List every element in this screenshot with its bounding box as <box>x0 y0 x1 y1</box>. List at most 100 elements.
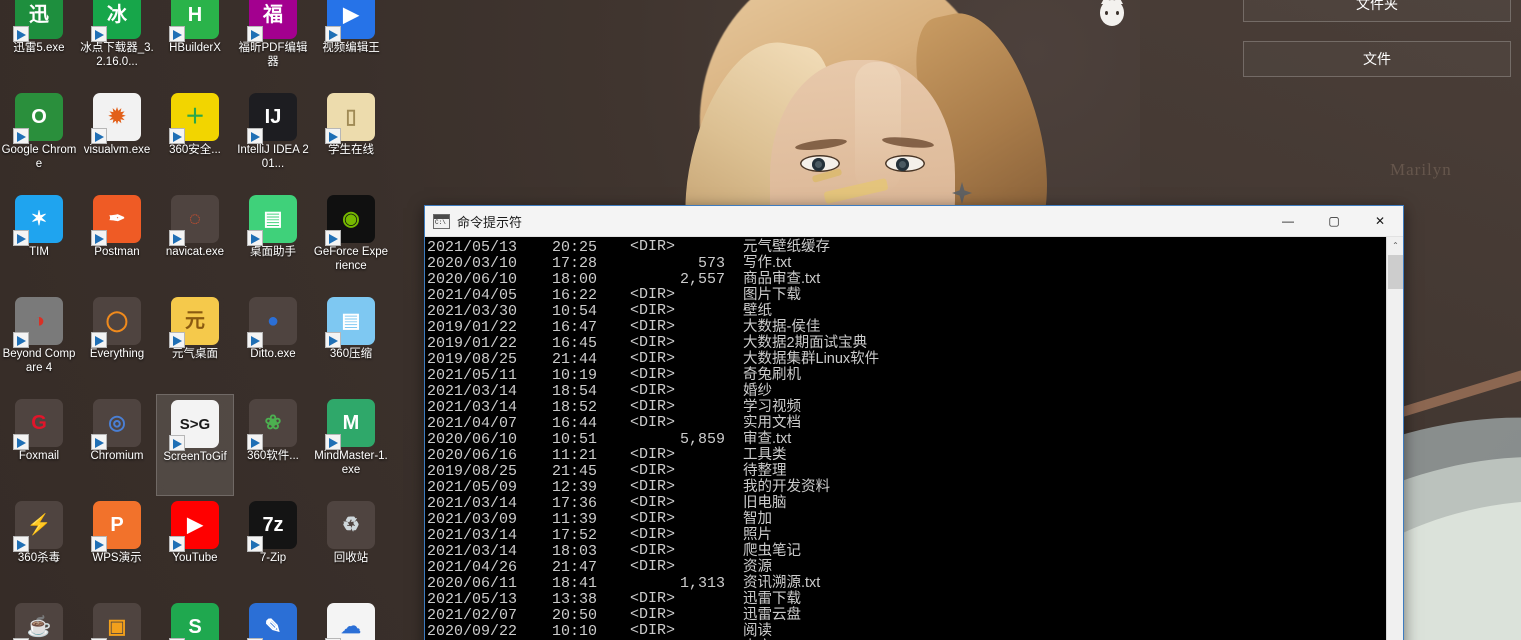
desktop-icon-ditto-exe[interactable]: ● Ditto.exe <box>234 292 312 394</box>
command-prompt-window[interactable]: 命令提示符 — ▢ ✕ <DIR>2021/05/1320:25元气壁纸缓存20… <box>424 205 1404 640</box>
line-time: 21:44 <box>552 351 598 368</box>
app-icon-glyph: ▤ <box>325 297 375 348</box>
terminal-output[interactable]: <DIR> 2021/05/13 20:25 元气壁纸缓存 2020/03/10 17:2… <box>425 237 1386 640</box>
line-time: 20:25 <box>552 239 598 256</box>
desktop-icon-label: Google Chrome <box>1 144 77 170</box>
line-time: 18:41 <box>552 575 598 592</box>
desktop-icon-有道云笔记[interactable]: ✎有道云笔记 <box>234 598 312 640</box>
line-date: 2021/03/14 <box>427 527 518 544</box>
line-dir-marker: <DIR> <box>630 622 676 639</box>
line-date: 2021/05/09 <box>427 479 518 496</box>
app-icon-glyph: S <box>169 603 219 640</box>
desktop-icon-回收站[interactable]: ♻ 回收站 <box>312 496 390 598</box>
desktop-icon-wps演示[interactable]: P WPS演示 <box>78 496 156 598</box>
shortcut-arrow-icon <box>169 230 185 246</box>
desktop-icon-navicat-exe[interactable]: ◌ navicat.exe <box>156 190 234 292</box>
line-dir-marker: <DIR> <box>630 590 676 607</box>
desktop-icon-hbuilderx[interactable]: H HBuilderX <box>156 0 234 88</box>
app-icon-glyph: 7z <box>247 501 297 552</box>
app-icon-glyph: 冰 <box>91 0 141 42</box>
shortcut-arrow-icon <box>13 332 29 348</box>
maximize-button[interactable]: ▢ <box>1311 206 1357 237</box>
shortcut-arrow-icon <box>325 230 341 246</box>
desktop-icon-postman[interactable]: ✒ Postman <box>78 190 156 292</box>
scrollbar-thumb[interactable] <box>1388 255 1403 289</box>
line-date: 2021/03/30 <box>427 303 518 320</box>
folder-button[interactable]: 文件夹 <box>1243 0 1511 22</box>
desktop-icon-360软件-[interactable]: ❀ 360软件... <box>234 394 312 496</box>
app-icon-glyph: ◯ <box>91 297 141 348</box>
desktop[interactable]: Marilyn 迅迅雷5.exe 冰冰点下载器_3.2.16.0... H HBuil… <box>0 0 1521 640</box>
desktop-icon-intellij-idea-201-[interactable]: IJ IntelliJ IDEA 201... <box>234 88 312 190</box>
line-time: 21:47 <box>552 559 598 576</box>
desktop-icon-label: 学生在线 <box>328 144 374 156</box>
shortcut-arrow-icon <box>91 332 107 348</box>
desktop-icon-360杀毒[interactable]: ⚡ 360杀毒 <box>0 496 78 598</box>
app-icon-glyph: ◑ <box>13 297 63 348</box>
line-dir-marker: <DIR> <box>630 286 676 303</box>
app-icon-glyph: 福 <box>247 0 297 42</box>
desktop-icon-everything[interactable]: ◯ Everything <box>78 292 156 394</box>
desktop-icon-label: MindMaster-1.exe <box>314 450 388 476</box>
line-date: 2021/04/26 <box>427 559 518 576</box>
line-dir-marker: <DIR> <box>630 606 676 623</box>
desktop-icon-迅雷5-exe[interactable]: 迅迅雷5.exe <box>0 0 78 88</box>
window-titlebar[interactable]: 命令提示符 — ▢ ✕ <box>425 206 1403 237</box>
desktop-icon-360压缩[interactable]: ▤ 360压缩 <box>312 292 390 394</box>
desktop-icon-百度网盘[interactable]: ☁百度网盘 <box>312 598 390 640</box>
terminal-line: <DIR> 2021/03/30 10:54 壁纸 <box>427 303 1386 320</box>
app-icon-glyph: ☁ <box>325 603 375 640</box>
desktop-icon-7-zip[interactable]: 7z 7-Zip <box>234 496 312 598</box>
desktop-icon-screentogif[interactable]: S>G ScreenToGif <box>156 394 234 496</box>
app-icon-glyph: 元 <box>169 297 219 348</box>
line-filename: 资讯溯源.txt <box>743 575 821 591</box>
desktop-icon-label: 冰点下载器_3.2.16.0... <box>80 42 154 68</box>
minimize-button[interactable]: — <box>1265 206 1311 237</box>
desktop-icon-foxmail[interactable]: G Foxmail <box>0 394 78 496</box>
desktop-icon-google-chrome[interactable]: O Google Chrome <box>0 88 78 190</box>
desktop-icon-学生在线[interactable]: ▯ 学生在线 <box>312 88 390 190</box>
desktop-icon-wps表格[interactable]: SWPS表格 <box>156 598 234 640</box>
shortcut-arrow-icon <box>325 26 341 42</box>
line-date: 2021/03/14 <box>427 543 518 560</box>
terminal-line: <DIR> 2021/05/11 10:19 奇兔刷机 <box>427 367 1386 384</box>
desktop-icon-geforce-experience[interactable]: ◉ GeForce Experience <box>312 190 390 292</box>
app-icon-glyph: ◎ <box>91 399 141 450</box>
desktop-icon-chromium[interactable]: ◎ Chromium <box>78 394 156 496</box>
line-date: 2021/03/09 <box>427 511 518 528</box>
shortcut-arrow-icon <box>91 26 107 42</box>
line-dir-marker: <DIR> <box>630 414 676 431</box>
shortcut-arrow-icon <box>247 434 263 450</box>
desktop-icon-mindmaster-1-exe[interactable]: M MindMaster-1.exe <box>312 394 390 496</box>
desktop-icon-元气桌面[interactable]: 元元气桌面 <box>156 292 234 394</box>
terminal-body[interactable]: <DIR> 2021/05/13 20:25 元气壁纸缓存 2020/03/10 17:2… <box>425 237 1403 640</box>
desktop-icon-福昕pdf编辑器[interactable]: 福福昕PDF编辑器 <box>234 0 312 88</box>
terminal-line: <DIR> 2019/08/25 21:44 大数据集群Linux软件 <box>427 350 1386 368</box>
desktop-icon-beyond-compare-4[interactable]: ◑ Beyond Compare 4 <box>0 292 78 394</box>
shortcut-arrow-icon <box>169 536 185 552</box>
desktop-icon-vmware-workstat-[interactable]: ▣VMware Workstat... <box>78 598 156 640</box>
desktop-icon-tim[interactable]: ✶ TIM <box>0 190 78 292</box>
terminal-line: 2020/03/10 17:28 573 写作.txt <box>427 255 1386 272</box>
desktop-icon-jd-gui-exe[interactable]: ☕jd-gui.exe <box>0 598 78 640</box>
app-icon-glyph: ☕ <box>13 603 63 640</box>
app-icon-glyph: ◉ <box>325 195 375 246</box>
file-button[interactable]: 文件 <box>1243 41 1511 77</box>
desktop-icon-桌面助手[interactable]: ▤ 桌面助手 <box>234 190 312 292</box>
line-time: 17:36 <box>552 495 598 512</box>
desktop-icon-visualvm-exe[interactable]: ✹ visualvm.exe <box>78 88 156 190</box>
line-dir-marker: <DIR> <box>630 350 676 367</box>
line-date: 2021/02/07 <box>427 607 518 624</box>
line-dir-marker: <DIR> <box>630 526 676 543</box>
scroll-up-arrow-icon[interactable]: ⌃ <box>1387 237 1404 254</box>
line-filename: 阅读 <box>743 623 772 639</box>
terminal-line: <DIR> 2021/04/07 16:44 实用文档 <box>427 414 1386 432</box>
app-icon-glyph: ▶ <box>169 501 219 552</box>
desktop-icon-youtube[interactable]: ▶ YouTube <box>156 496 234 598</box>
terminal-scrollbar[interactable]: ⌃ <box>1386 237 1403 640</box>
desktop-icon-360安全-[interactable]: ＋ 360安全... <box>156 88 234 190</box>
line-time: 11:39 <box>552 511 598 528</box>
desktop-icon-冰点下载器_3-2-16-0-[interactable]: 冰冰点下载器_3.2.16.0... <box>78 0 156 88</box>
desktop-icon-视频编辑王[interactable]: ▶ 视频编辑王 <box>312 0 390 88</box>
close-button[interactable]: ✕ <box>1357 206 1403 237</box>
